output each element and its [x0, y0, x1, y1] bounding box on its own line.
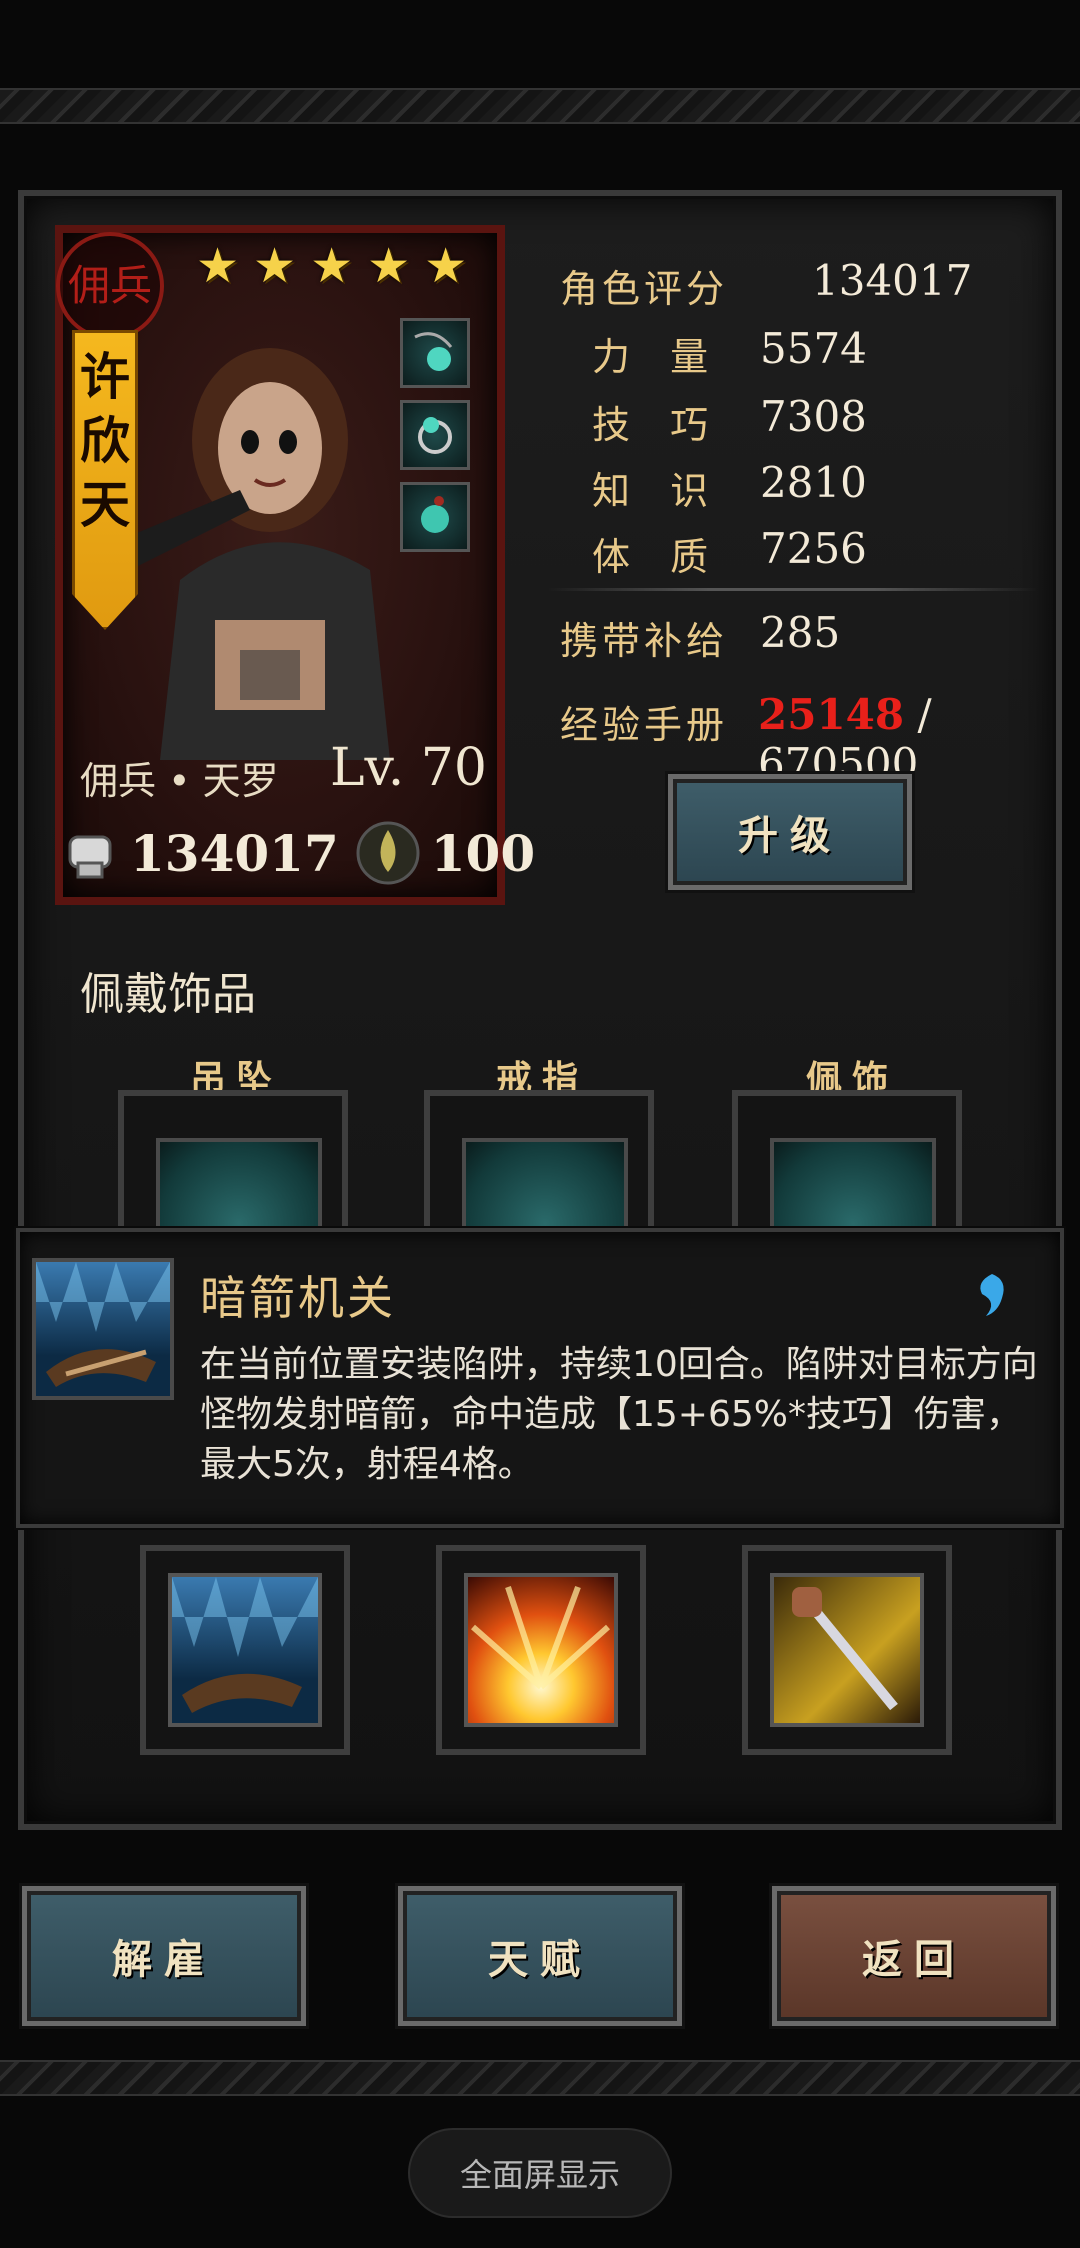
stats-divider — [548, 588, 1038, 591]
power-supply-row: 134017 100 — [60, 820, 535, 886]
supply-drop-icon — [356, 821, 420, 885]
rating-value: 134017 — [812, 256, 973, 305]
back-button[interactable]: 返回 — [772, 1886, 1056, 2026]
skill-label: 技 巧 — [592, 403, 723, 447]
accessory-slot-ring[interactable] — [424, 1090, 654, 1248]
star-icon: ★ — [424, 238, 468, 294]
equipped-pendant-icon[interactable] — [400, 318, 470, 388]
star-icon: ★ — [367, 238, 411, 294]
exp-manual-label: 经验手册 — [560, 703, 729, 747]
fullscreen-display-button[interactable]: 全面屏显示 — [408, 2128, 672, 2218]
accessory-slot-pendant[interactable] — [118, 1090, 348, 1248]
arrow-trap-icon — [32, 1258, 174, 1400]
dagger-strike-icon — [770, 1573, 924, 1727]
accessory-slot-charm[interactable] — [732, 1090, 962, 1248]
star-icon: ★ — [253, 238, 297, 294]
skill-type-icon — [980, 1274, 1004, 1316]
tooltip-title: 暗箭机关 — [200, 1271, 396, 1325]
bottom-border-decoration — [0, 2060, 1080, 2096]
character-name: 许欣天 — [80, 347, 130, 534]
upgrade-button[interactable]: 升级 — [668, 774, 912, 890]
strength-label: 力 量 — [592, 335, 723, 379]
equipped-charm-icon[interactable] — [400, 482, 470, 552]
supply-value: 100 — [430, 823, 536, 883]
star-icon: ★ — [310, 238, 354, 294]
star-rating: ★ ★ ★ ★ ★ — [196, 242, 467, 290]
skill-slot-1[interactable] — [140, 1545, 350, 1755]
burst-icon — [464, 1573, 618, 1727]
talent-button[interactable]: 天赋 — [398, 1886, 682, 2026]
character-class: 佣兵 • 天罗 — [80, 759, 279, 803]
physique-value: 7256 — [760, 524, 867, 573]
arrow-trap-icon — [168, 1573, 322, 1727]
carry-supply-value: 285 — [760, 608, 841, 657]
equipped-ring-icon[interactable] — [400, 400, 470, 470]
mercenary-seal: 佣兵 — [56, 232, 164, 340]
skill-slot-3[interactable] — [742, 1545, 952, 1755]
carry-supply-label: 携带补给 — [560, 619, 729, 663]
accessories-title: 佩戴饰品 — [80, 969, 256, 1020]
exp-current: 25148 — [758, 690, 905, 739]
power-value: 134017 — [130, 823, 339, 883]
dismiss-button[interactable]: 解雇 — [22, 1886, 306, 2026]
character-level: Lv. 70 — [330, 738, 487, 798]
skill-slot-2[interactable] — [436, 1545, 646, 1755]
strength-value: 5574 — [760, 324, 867, 373]
knowledge-value: 2810 — [760, 458, 867, 507]
star-icon: ★ — [196, 238, 240, 294]
top-border-decoration — [0, 88, 1080, 124]
fist-icon — [68, 835, 112, 879]
physique-label: 体 质 — [592, 535, 723, 579]
tooltip-description: 在当前位置安装陷阱，持续10回合。陷阱对目标方向怪物发射暗箭，命中造成【15+6… — [200, 1344, 1038, 1485]
knowledge-label: 知 识 — [592, 469, 723, 513]
skill-value: 7308 — [760, 392, 867, 441]
rating-label: 角色评分 — [560, 267, 729, 311]
